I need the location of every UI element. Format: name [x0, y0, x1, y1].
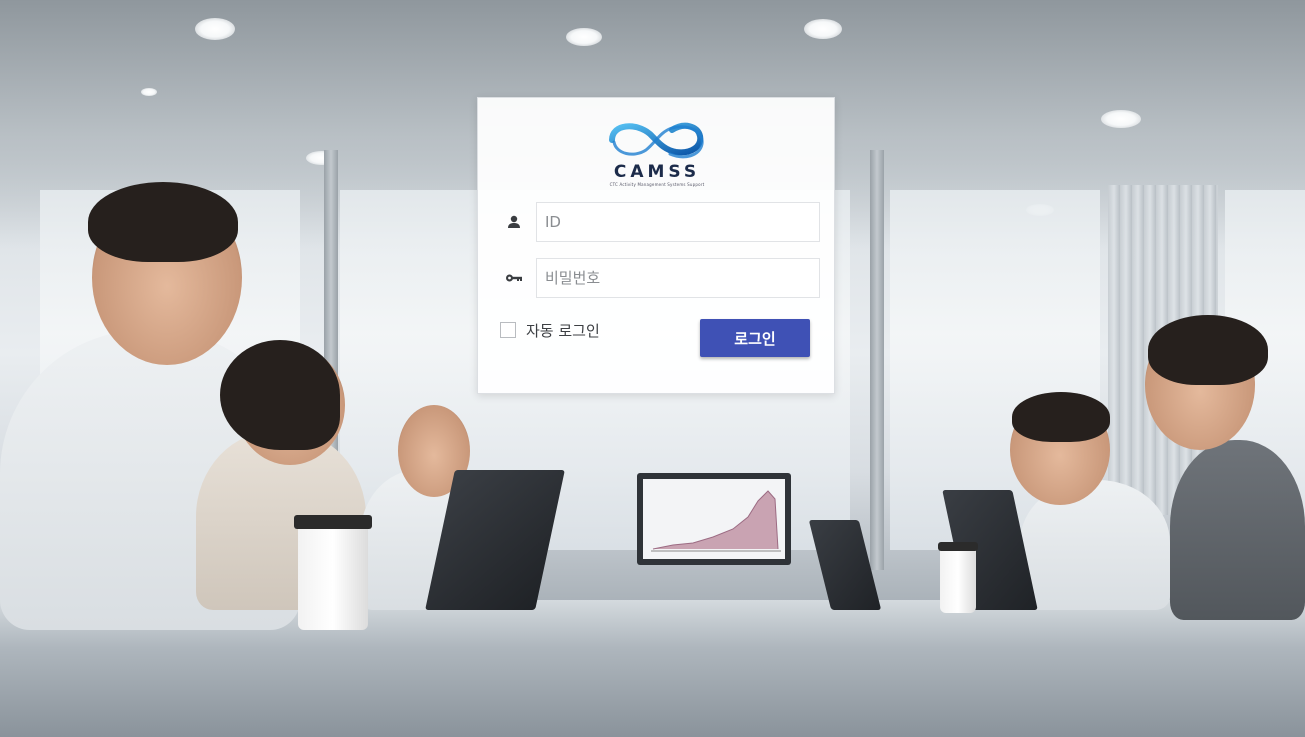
ceiling-light	[566, 28, 602, 46]
ceiling-light	[804, 19, 842, 39]
coffee-cup-lid	[294, 515, 372, 529]
key-icon	[502, 268, 526, 288]
coffee-cup-lid	[938, 542, 978, 551]
person-hair	[1148, 315, 1268, 385]
password-row	[502, 258, 820, 298]
auto-login-label: 자동 로그인	[526, 321, 600, 340]
person-woman-right	[1170, 440, 1305, 620]
id-row	[502, 202, 820, 242]
logo-infinity-icon	[609, 122, 704, 159]
presentation-monitor	[637, 473, 791, 565]
coffee-cup	[940, 548, 976, 613]
id-input[interactable]	[536, 202, 820, 242]
ceiling-light	[195, 18, 235, 40]
logo-wordmark: CAMSS	[613, 162, 701, 182]
ceiling-light	[1101, 110, 1141, 128]
logo-tagline: CTC Activity Management Systems Support	[609, 182, 705, 187]
chart-graphic	[651, 490, 781, 552]
coffee-cup	[298, 525, 368, 630]
ceiling-light	[141, 88, 157, 96]
auto-login-option[interactable]: 자동 로그인	[500, 320, 600, 340]
login-button[interactable]: 로그인	[700, 319, 810, 357]
person-hair	[88, 182, 238, 262]
password-input[interactable]	[536, 258, 820, 298]
auto-login-checkbox[interactable]	[500, 322, 516, 338]
user-icon	[502, 212, 526, 232]
person-hair	[220, 340, 340, 450]
person-hair	[1012, 392, 1110, 442]
camss-logo: CAMSS CTC Activity Management Systems Su…	[606, 120, 708, 188]
window-frame	[870, 150, 884, 570]
login-panel: CAMSS CTC Activity Management Systems Su…	[477, 97, 835, 394]
